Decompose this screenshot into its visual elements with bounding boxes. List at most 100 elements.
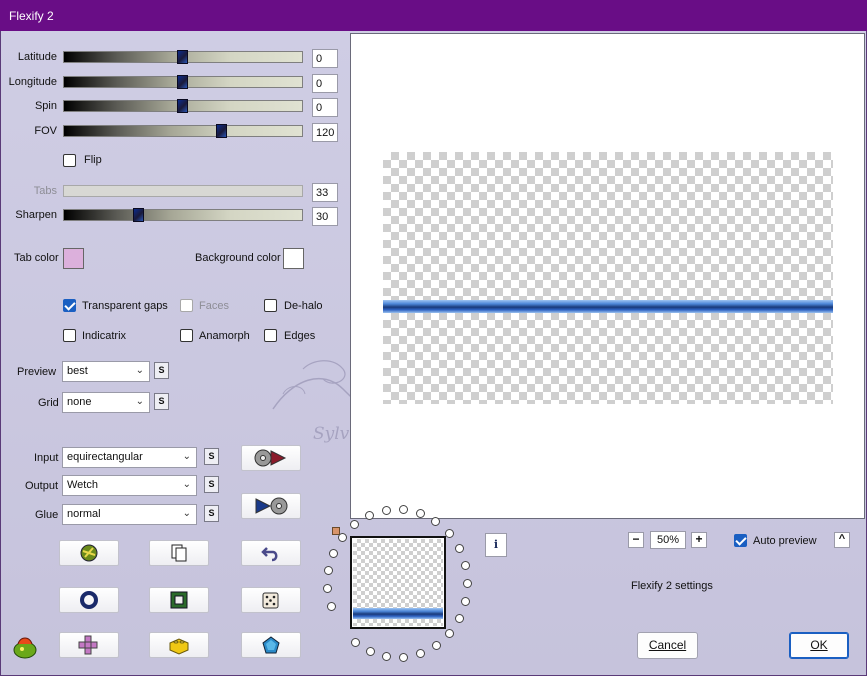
grid-select[interactable]: none ⌄	[62, 392, 150, 413]
thumbnail-image-band	[353, 608, 443, 619]
dial-dot[interactable]	[460, 560, 470, 570]
dial-dot[interactable]	[460, 596, 470, 606]
undo-arrow-icon	[261, 547, 278, 562]
dial-dot[interactable]	[462, 578, 472, 588]
auto-preview-checkbox[interactable]	[734, 534, 747, 547]
preview-image-band	[383, 300, 833, 313]
background-color-label: Background color	[195, 252, 281, 264]
undo-button[interactable]	[241, 540, 301, 566]
dial-dot[interactable]	[329, 548, 339, 558]
sharpen-slider[interactable]	[63, 208, 303, 222]
dial-dot[interactable]	[454, 613, 464, 623]
indicatrix-checkbox[interactable]	[63, 329, 76, 342]
dial-dot[interactable]	[444, 628, 454, 638]
main-preview-pane[interactable]	[350, 33, 865, 519]
latitude-value-field[interactable]: 0	[312, 49, 338, 68]
dial-dot[interactable]	[350, 520, 360, 530]
dial-dot[interactable]	[350, 637, 360, 647]
dial-dot[interactable]	[431, 640, 441, 650]
anamorph-checkbox[interactable]	[180, 329, 193, 342]
settings-label: Flexify 2 settings	[631, 580, 713, 592]
collapse-button[interactable]: ^	[834, 532, 850, 548]
square-frame-icon	[170, 591, 188, 609]
fov-slider-thumb[interactable]	[216, 124, 227, 138]
preview-transparent-area	[383, 152, 833, 404]
fov-label: FOV	[34, 125, 57, 137]
glue-s-button[interactable]: S	[204, 505, 219, 522]
cancel-button[interactable]: Cancel	[637, 632, 698, 659]
auto-preview-label: Auto preview	[753, 535, 817, 547]
grid-s-button[interactable]: S	[154, 393, 169, 410]
load-input-preset-button[interactable]	[241, 445, 301, 471]
dialog-body: Latitude 0 Longitude 0 Spin 0 FOV 120 Fl…	[0, 31, 867, 676]
background-color-swatch[interactable]	[283, 248, 304, 269]
dial-dot[interactable]	[381, 505, 391, 515]
chevron-down-icon: ⌄	[182, 451, 191, 462]
ring-button[interactable]	[59, 587, 119, 613]
grid-value: none	[67, 396, 92, 408]
ok-button[interactable]: OK	[789, 632, 849, 659]
dial-dot[interactable]	[444, 528, 454, 538]
zoom-in-button[interactable]: +	[691, 532, 707, 548]
transparent-gaps-checkbox[interactable]	[63, 299, 76, 312]
spin-value-field[interactable]: 0	[312, 98, 338, 117]
polyhedron-button[interactable]	[241, 632, 301, 658]
preview-s-button[interactable]: S	[154, 362, 169, 379]
latitude-slider-thumb[interactable]	[177, 50, 188, 64]
dial-dot[interactable]	[382, 652, 392, 662]
brick-button[interactable]	[149, 632, 209, 658]
dial-dot[interactable]	[415, 509, 425, 519]
spin-slider-thumb[interactable]	[177, 99, 188, 113]
frame-button[interactable]	[149, 587, 209, 613]
glue-select[interactable]: normal ⌄	[62, 504, 197, 525]
zoom-out-button[interactable]: −	[628, 532, 644, 548]
spin-slider[interactable]	[63, 99, 303, 113]
output-projection-select[interactable]: Wetch ⌄	[62, 475, 197, 496]
cancel-label: Cancel	[648, 638, 687, 652]
random-dice-button[interactable]	[241, 587, 301, 613]
tabs-value-field[interactable]: 33	[312, 183, 338, 202]
sharpen-slider-thumb[interactable]	[133, 208, 144, 222]
longitude-value-field[interactable]: 0	[312, 74, 338, 93]
dial-dot[interactable]	[324, 566, 334, 576]
tabs-slider[interactable]	[63, 185, 303, 197]
dial-dot[interactable]	[454, 543, 464, 553]
ok-label: OK	[810, 638, 828, 652]
dial-dot[interactable]	[326, 602, 336, 612]
input-projection-select[interactable]: equirectangular ⌄	[62, 447, 197, 468]
flip-checkbox[interactable]	[63, 154, 76, 167]
dial-dot[interactable]	[365, 647, 375, 657]
glue-label: Glue	[35, 509, 59, 521]
input-s-button[interactable]: S	[204, 448, 219, 465]
input-label: Input	[34, 452, 59, 464]
dial-dot[interactable]	[416, 648, 426, 658]
longitude-slider-thumb[interactable]	[177, 75, 188, 89]
longitude-slider[interactable]	[63, 75, 303, 89]
thumbnail-preview[interactable]	[350, 536, 446, 629]
copy-button[interactable]	[149, 540, 209, 566]
chevron-down-icon: ⌄	[182, 508, 191, 519]
preview-quality-select[interactable]: best ⌄	[62, 361, 150, 382]
dial-dot[interactable]	[431, 517, 441, 527]
save-output-preset-button[interactable]	[241, 493, 301, 519]
dehalo-checkbox[interactable]	[264, 299, 277, 312]
cross-net-button[interactable]	[59, 632, 119, 658]
faces-checkbox[interactable]	[180, 299, 193, 312]
zoom-level-field[interactable]: 50%	[650, 531, 686, 549]
glue-value: normal	[67, 508, 101, 520]
fov-value-field[interactable]: 120	[312, 123, 338, 142]
fov-slider[interactable]	[63, 124, 303, 138]
edges-checkbox[interactable]	[264, 329, 277, 342]
sharpen-value-field[interactable]: 30	[312, 207, 338, 226]
longitude-label: Longitude	[8, 76, 57, 88]
latitude-slider[interactable]	[63, 50, 303, 64]
dial-dot[interactable]	[323, 584, 333, 594]
info-button[interactable]: i	[485, 533, 507, 557]
dial-dot[interactable]	[399, 652, 409, 662]
transparent-gaps-label: Transparent gaps	[82, 300, 168, 312]
output-s-button[interactable]: S	[204, 476, 219, 493]
randomize-all-button[interactable]	[59, 540, 119, 566]
tab-color-swatch[interactable]	[63, 248, 84, 269]
dial-dot[interactable]	[338, 533, 348, 543]
lego-brick-icon	[169, 638, 189, 655]
